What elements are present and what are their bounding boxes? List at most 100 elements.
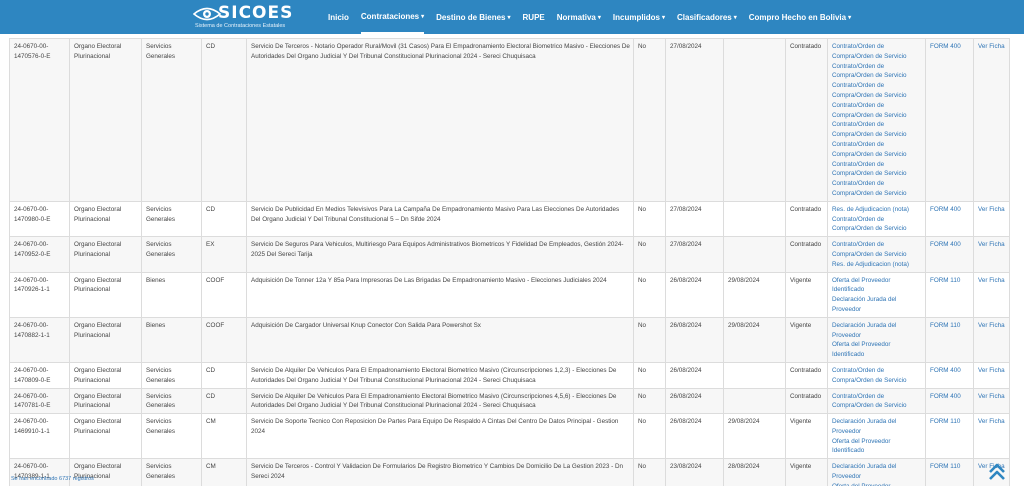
form-cell: FORM 400 bbox=[925, 38, 974, 202]
documents-cell: Declaración Jurada del ProveedorOferta d… bbox=[827, 316, 926, 363]
nav-item-compro-hecho-en-bolivia[interactable]: Compro Hecho en Bolivia ▾ bbox=[749, 0, 851, 34]
view-detail-link[interactable]: Ver Ficha bbox=[978, 42, 1006, 52]
cuce-cell: 24-0670-00-1470809-0-E bbox=[9, 361, 70, 389]
form-link[interactable]: FORM 400 bbox=[930, 240, 970, 250]
form-cell: FORM 110 bbox=[925, 316, 974, 363]
view-detail-link[interactable]: Ver Ficha bbox=[978, 276, 1006, 286]
presentation-date-cell: 29/08/2024 bbox=[723, 413, 786, 460]
table-row: 24-0670-00-1470781-0-E Organo Electoral P… bbox=[9, 387, 1010, 415]
document-link[interactable]: Declaración Jurada del Proveedor bbox=[832, 417, 922, 437]
form-link[interactable]: FORM 110 bbox=[930, 276, 970, 286]
chevron-double-up-icon[interactable] bbox=[987, 462, 1007, 482]
document-link[interactable]: Contrato/Orden de Compra/Orden de Servic… bbox=[832, 120, 922, 140]
type-cell: Servicios Generales bbox=[141, 200, 202, 238]
document-link[interactable]: Oferta del Proveedor Identificado bbox=[832, 482, 922, 486]
view-detail-link[interactable]: Ver Ficha bbox=[978, 205, 1006, 215]
table-row: 24-0670-00-1470389-1-1 Organo Electoral P… bbox=[9, 458, 1010, 486]
document-link[interactable]: Contrato/Orden de Compra/Orden de Servic… bbox=[832, 140, 922, 160]
results-table-container: 24-0670-00-1470576-0-E Organo Electoral P… bbox=[9, 38, 1010, 486]
detail-cell: Ver Ficha bbox=[973, 316, 1010, 363]
document-link[interactable]: Contrato/Orden de Compra/Orden de Servic… bbox=[832, 42, 922, 62]
document-link[interactable]: Oferta del Proveedor Identificado bbox=[832, 437, 922, 457]
document-link[interactable]: Res. de Adjudicacion (nota) bbox=[832, 205, 922, 215]
status-cell: Vigente bbox=[785, 316, 828, 363]
publication-date-cell: 26/08/2024 bbox=[665, 316, 724, 363]
form-link[interactable]: FORM 400 bbox=[930, 366, 970, 376]
document-link[interactable]: Oferta del Proveedor Identificado bbox=[832, 340, 922, 360]
document-link[interactable]: Contrato/Orden de Compra/Orden de Servic… bbox=[832, 62, 922, 82]
caret-down-icon: ▾ bbox=[733, 14, 737, 21]
form-link[interactable]: FORM 400 bbox=[930, 205, 970, 215]
form-cell: FORM 400 bbox=[925, 200, 974, 238]
object-cell: Servicio De Alquiler De Vehiculos Para E… bbox=[246, 387, 634, 415]
form-link[interactable]: FORM 110 bbox=[930, 462, 970, 472]
document-link[interactable]: Res. de Adjudicacion (nota) bbox=[832, 260, 922, 270]
documents-cell: Res. de Adjudicacion (nota) Contrato/Orde… bbox=[827, 200, 926, 238]
entity-cell: Organo Electoral Plurinacional bbox=[69, 271, 142, 318]
modality-cell: CM bbox=[201, 413, 247, 460]
object-cell: Servicio De Terceros - Control Y Validac… bbox=[246, 458, 634, 486]
caret-down-icon: ▾ bbox=[597, 14, 601, 21]
cuce-cell: 24-0670-00-1470980-0-E bbox=[9, 200, 70, 238]
auction-cell: No bbox=[633, 413, 666, 460]
form-link[interactable]: FORM 110 bbox=[930, 417, 970, 427]
form-link[interactable]: FORM 400 bbox=[930, 392, 970, 402]
document-link[interactable]: Contrato/Orden de Compra/Orden de Servic… bbox=[832, 240, 922, 260]
publication-date-cell: 26/08/2024 bbox=[665, 271, 724, 318]
table-row: 24-0670-00-1470882-1-1 Organo Electoral P… bbox=[9, 316, 1010, 363]
object-cell: Servicio De Alquiler De Vehiculos Para E… bbox=[246, 361, 634, 389]
form-cell: FORM 400 bbox=[925, 361, 974, 389]
document-link[interactable]: Contrato/Orden de Compra/Orden de Servic… bbox=[832, 179, 922, 199]
document-link[interactable]: Declaración Jurada del Proveedor bbox=[832, 321, 922, 341]
sicoes-logo[interactable]: SICOES Sistema de Contrataciones Estatal… bbox=[193, 3, 293, 30]
object-cell: Servicio De Soporte Tecnico Con Reposici… bbox=[246, 413, 634, 460]
nav-item-normativa[interactable]: Normativa ▾ bbox=[557, 0, 601, 34]
documents-cell: Contrato/Orden de Compra/Orden de Servic… bbox=[827, 236, 926, 273]
type-cell: Servicios Generales bbox=[141, 361, 202, 389]
table-row: 24-0670-00-1470576-0-E Organo Electoral P… bbox=[9, 38, 1010, 202]
status-cell: Contratado bbox=[785, 387, 828, 415]
modality-cell: CM bbox=[201, 458, 247, 486]
caret-down-icon: ▾ bbox=[848, 14, 852, 21]
document-link[interactable]: Contrato/Orden de Compra/Orden de Servic… bbox=[832, 81, 922, 101]
form-link[interactable]: FORM 400 bbox=[930, 42, 970, 52]
cuce-cell: 24-0670-00-1470882-1-1 bbox=[9, 316, 70, 363]
form-link[interactable]: FORM 110 bbox=[930, 321, 970, 331]
nav-item-clasificadores[interactable]: Clasificadores ▾ bbox=[677, 0, 737, 34]
view-detail-link[interactable]: Ver Ficha bbox=[978, 417, 1006, 427]
document-link[interactable]: Contrato/Orden de Compra/Orden de Servic… bbox=[832, 101, 922, 121]
document-link[interactable]: Declaración Jurada del Proveedor bbox=[832, 295, 922, 315]
caret-down-icon: ▾ bbox=[421, 13, 425, 20]
view-detail-link[interactable]: Ver Ficha bbox=[978, 240, 1006, 250]
nav-item-incumplidos[interactable]: Incumplidos ▾ bbox=[613, 0, 665, 34]
type-cell: Servicios Generales bbox=[141, 387, 202, 415]
view-detail-link[interactable]: Ver Ficha bbox=[978, 392, 1006, 402]
nav-item-rupe[interactable]: RUPE bbox=[523, 0, 545, 34]
nav-item-label: RUPE bbox=[522, 12, 545, 22]
publication-date-cell: 26/08/2024 bbox=[665, 361, 724, 389]
nav-item-destino-de-bienes[interactable]: Destino de Bienes ▾ bbox=[436, 0, 510, 34]
detail-cell: Ver Ficha bbox=[973, 236, 1010, 273]
document-link[interactable]: Contrato/Orden de Compra/Orden de Servic… bbox=[832, 215, 922, 235]
table-row: 24-0670-00-1470809-0-E Organo Electoral P… bbox=[9, 361, 1010, 389]
document-link[interactable]: Contrato/Orden de Compra/Orden de Servic… bbox=[832, 392, 922, 412]
presentation-date-cell bbox=[723, 236, 786, 273]
publication-date-cell: 27/08/2024 bbox=[665, 236, 724, 273]
status-cell: Vigente bbox=[785, 413, 828, 460]
document-link[interactable]: Contrato/Orden de Compra/Orden de Servic… bbox=[832, 366, 922, 386]
view-detail-link[interactable]: Ver Ficha bbox=[978, 321, 1006, 331]
view-detail-link[interactable]: Ver Ficha bbox=[978, 366, 1006, 376]
presentation-date-cell: 29/08/2024 bbox=[723, 271, 786, 318]
nav-item-contrataciones[interactable]: Contrataciones ▾ bbox=[360, 0, 425, 34]
status-cell: Vigente bbox=[785, 458, 828, 486]
type-cell: Servicios Generales bbox=[141, 458, 202, 486]
form-cell: FORM 110 bbox=[925, 271, 974, 318]
table-row: 24-0670-00-1470952-0-E Organo Electoral P… bbox=[9, 236, 1010, 273]
document-link[interactable]: Contrato/Orden de Compra/Orden de Servic… bbox=[832, 160, 922, 180]
nav-item-inicio[interactable]: Inicio bbox=[328, 0, 349, 34]
documents-cell: Contrato/Orden de Compra/Orden de Servic… bbox=[827, 387, 926, 415]
object-cell: Adquisición De Cargador Universal Knup C… bbox=[246, 316, 634, 363]
status-cell: Contratado bbox=[785, 200, 828, 238]
document-link[interactable]: Oferta del Proveedor Identificado bbox=[832, 276, 922, 296]
document-link[interactable]: Declaración Jurada del Proveedor bbox=[832, 462, 922, 482]
